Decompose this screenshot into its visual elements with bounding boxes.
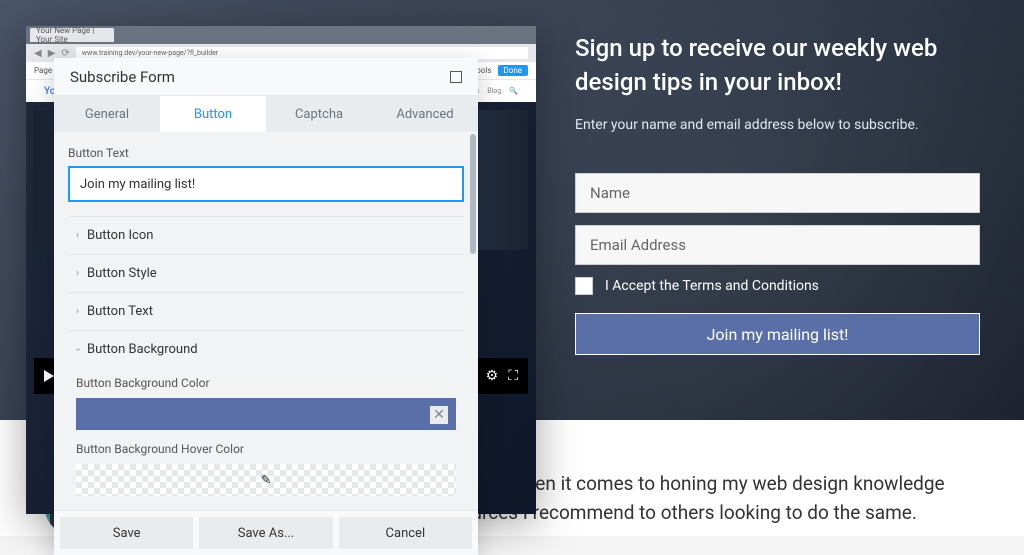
modal-footer: Save Save As... Cancel <box>54 510 478 555</box>
modal-title: Subscribe Form <box>70 68 175 86</box>
back-icon[interactable]: ◀ <box>34 48 42 59</box>
accordion-button-style[interactable]: ›Button Style <box>68 254 464 292</box>
accordion-button-background[interactable]: ›Button Background <box>68 330 464 368</box>
tab-advanced[interactable]: Advanced <box>372 96 478 132</box>
name-placeholder: Name <box>590 184 630 202</box>
reload-icon[interactable]: ⟳ <box>61 48 69 59</box>
bg-color-swatch[interactable]: ✕ <box>76 398 456 430</box>
modal-body: Button Text ›Button Icon ›Button Style ›… <box>54 132 478 510</box>
browser-tab-strip: Your New Page | Your Site <box>26 26 536 44</box>
accordion-button-text[interactable]: ›Button Text <box>68 292 464 330</box>
button-text-input[interactable] <box>68 166 464 202</box>
name-field[interactable]: Name <box>575 173 980 213</box>
cancel-button[interactable]: Cancel <box>339 517 472 549</box>
save-as-button[interactable]: Save As... <box>199 517 332 549</box>
bg-hover-swatch[interactable]: ✎ <box>76 464 456 496</box>
terms-checkbox[interactable] <box>575 277 593 295</box>
tab-captcha[interactable]: Captcha <box>266 96 372 132</box>
browser-tab[interactable]: Your New Page | Your Site <box>30 28 114 42</box>
forward-icon[interactable]: ▶ <box>48 48 56 59</box>
chevron-right-icon: › <box>76 230 79 241</box>
accordion-button-icon[interactable]: ›Button Icon <box>68 216 464 254</box>
signup-title: Sign up to receive our weekly web design… <box>575 32 995 99</box>
chevron-down-icon: › <box>72 348 83 351</box>
window-icon[interactable] <box>450 71 462 83</box>
eyedropper-icon[interactable]: ✎ <box>261 473 272 488</box>
bg-hover-label: Button Background Hover Color <box>76 442 456 456</box>
button-text-label: Button Text <box>68 146 464 160</box>
chevron-right-icon: › <box>76 306 79 317</box>
settings-modal: Subscribe Form General Button Captcha Ad… <box>54 58 478 555</box>
clear-color-icon[interactable]: ✕ <box>430 406 448 424</box>
tab-button[interactable]: Button <box>160 96 266 132</box>
nav-blog[interactable]: Blog <box>487 87 501 95</box>
modal-header: Subscribe Form <box>54 58 478 96</box>
signup-panel: Sign up to receive our weekly web design… <box>575 32 995 355</box>
tab-general[interactable]: General <box>54 96 160 132</box>
terms-row: I Accept the Terms and Conditions <box>575 277 995 295</box>
modal-tabs: General Button Captcha Advanced <box>54 96 478 132</box>
fullscreen-icon[interactable]: ⛶ <box>508 368 518 384</box>
email-placeholder: Email Address <box>590 236 686 254</box>
save-button[interactable]: Save <box>60 517 193 549</box>
done-button[interactable]: Done <box>498 65 528 76</box>
signup-subtitle: Enter your name and email address below … <box>575 117 995 133</box>
chevron-right-icon: › <box>76 268 79 279</box>
terms-label: I Accept the Terms and Conditions <box>605 278 819 294</box>
settings-icon[interactable]: ⚙ <box>486 368 499 384</box>
play-icon[interactable] <box>44 370 54 382</box>
join-button[interactable]: Join my mailing list! <box>575 313 980 355</box>
bg-color-label: Button Background Color <box>76 376 456 390</box>
background-section: Button Background Color ✕ Button Backgro… <box>68 368 464 496</box>
email-field[interactable]: Email Address <box>575 225 980 265</box>
scrollbar[interactable] <box>470 134 476 254</box>
search-icon[interactable]: 🔍 <box>509 87 518 95</box>
